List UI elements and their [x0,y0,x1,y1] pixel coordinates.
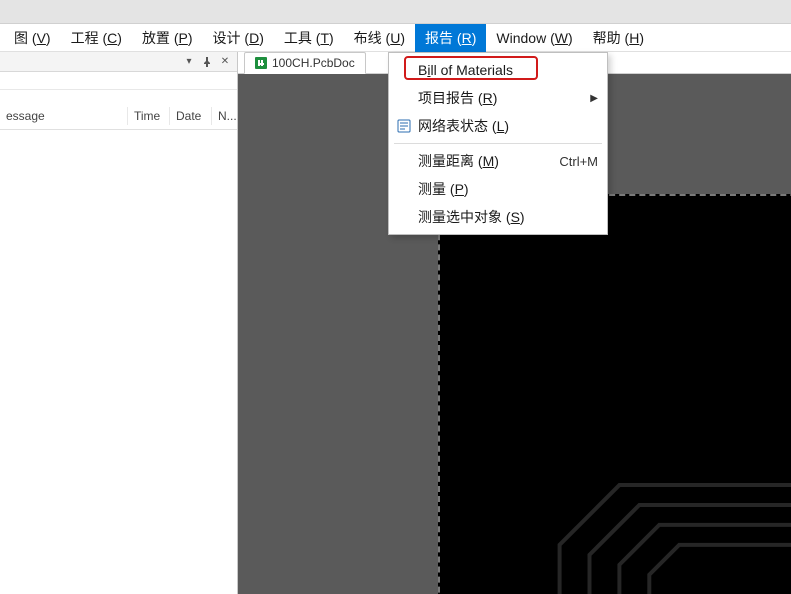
netlist-icon [396,118,412,134]
messages-panel: ▾ ✕ essage Time Date N... [0,52,238,594]
col-header-time[interactable]: Time [128,107,170,125]
pcb-doc-icon [255,57,267,69]
menuitem-label: 测量选中对象 (S) [418,207,525,227]
menuitem-shortcut: Ctrl+M [559,154,598,169]
menu-label: 图 [14,30,28,46]
col-header-n[interactable]: N... [212,107,237,125]
menu-mnemonic: H [629,30,639,46]
pcb-board: SDIM [438,194,791,594]
document-tab-label: 100CH.PcbDoc [272,56,355,70]
menu-project[interactable]: 工程 (C) [61,24,132,52]
menu-mnemonic: T [320,30,329,46]
menuitem-label: 项目报告 (R) [418,88,497,108]
menu-help[interactable]: 帮助 (H) [583,24,654,52]
menu-mnemonic: V [37,30,46,46]
panel-toolbar: ▾ ✕ [0,52,237,72]
menuitem-bill-of-materials[interactable]: Bill of Materials [392,56,604,84]
menu-mnemonic: U [390,30,400,46]
submenu-arrow-icon: ▶ [590,93,598,104]
menu-separator [394,143,602,144]
pcb-traces [440,196,791,594]
menu-label: 放置 [142,30,170,46]
main-menubar: 图 (V) 工程 (C) 放置 (P) 设计 (D) 工具 (T) 布线 (U)… [0,24,791,52]
col-header-date[interactable]: Date [170,107,212,125]
menuitem-measure[interactable]: 测量 (P) [392,175,604,203]
menuitem-label: 测量距离 (M) [418,151,499,171]
messages-list-body[interactable] [0,130,237,594]
menu-mnemonic: R [462,30,472,46]
panel-spacer [0,72,237,90]
menu-tools[interactable]: 工具 (T) [274,24,344,52]
report-dropdown-menu: Bill of Materials 项目报告 (R) ▶ 网络表状态 (L) 测… [388,52,608,235]
menu-label: 布线 [354,30,382,46]
menuitem-measure-selected[interactable]: 测量选中对象 (S) [392,203,604,231]
menu-route[interactable]: 布线 (U) [344,24,415,52]
menu-mnemonic: D [249,30,259,46]
menu-label: 工具 [284,30,312,46]
panel-close-icon[interactable]: ✕ [219,56,231,68]
window-titlebar [0,0,791,24]
menu-label: Window [496,30,546,46]
menu-place[interactable]: 放置 (P) [132,24,203,52]
menu-label: 工程 [71,30,99,46]
menu-mnemonic: C [107,30,117,46]
menu-mnemonic: P [179,30,188,46]
messages-list-header: essage Time Date N... [0,90,237,130]
panel-pin-icon[interactable] [201,56,213,68]
menu-view[interactable]: 图 (V) [4,24,61,52]
menuitem-label: Bill of Materials [418,62,513,78]
menuitem-project-report[interactable]: 项目报告 (R) ▶ [392,84,604,112]
menuitem-netlist-status[interactable]: 网络表状态 (L) [392,112,604,140]
menu-window[interactable]: Window (W) [486,26,582,50]
col-header-message[interactable]: essage [0,107,128,125]
menu-mnemonic: W [555,30,568,46]
menuitem-label: 网络表状态 (L) [418,116,509,136]
panel-dropdown-icon[interactable]: ▾ [183,56,195,68]
menu-design[interactable]: 设计 (D) [203,24,274,52]
menu-label: 报告 [425,30,453,46]
menu-report[interactable]: 报告 (R) [415,24,486,52]
document-tab[interactable]: 100CH.PcbDoc [244,52,366,74]
menu-label: 设计 [213,30,241,46]
menuitem-measure-distance[interactable]: 测量距离 (M) Ctrl+M [392,147,604,175]
menu-label: 帮助 [593,30,621,46]
menuitem-label: 测量 (P) [418,179,469,199]
